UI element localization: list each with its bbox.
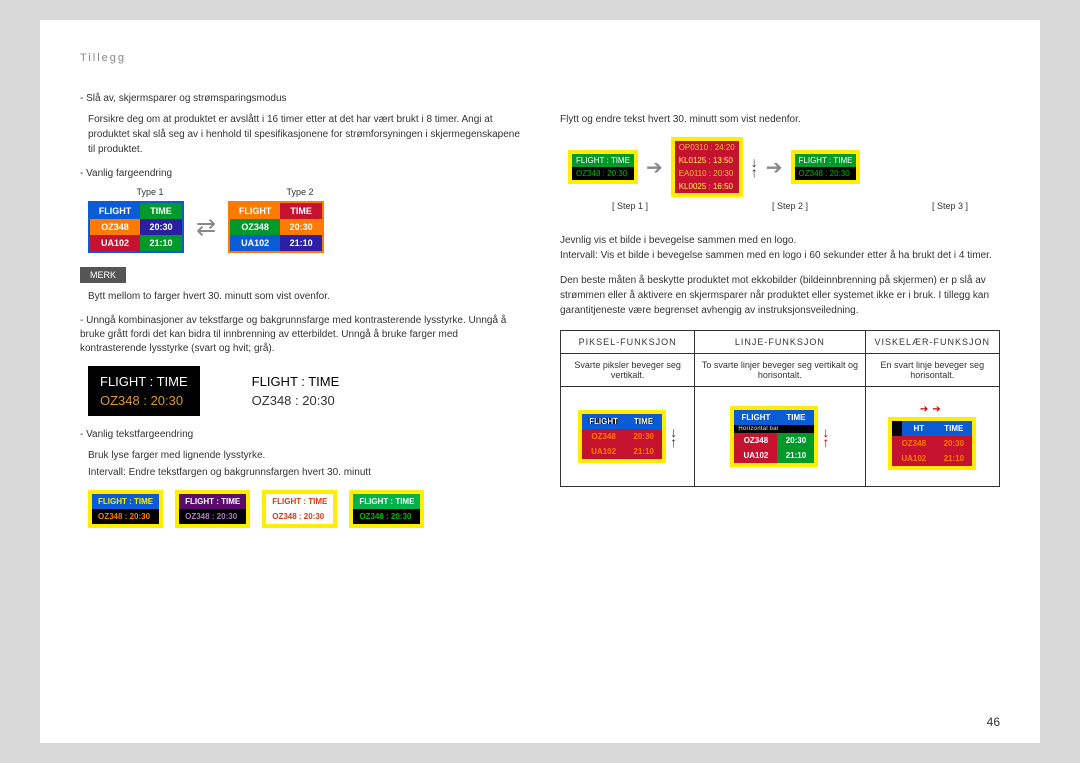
th-pixel: PIKSEL-FUNKSJON: [561, 331, 695, 354]
right-p4: Den beste måten å beskytte produktet mot…: [560, 273, 1000, 318]
textcolor-row: FLIGHT : TIME OZ348 : 20:30 FLIGHT : TIM…: [88, 490, 520, 528]
step1-box: FLIGHT : TIME OZ348 : 20:30: [568, 150, 638, 184]
bullet-1: Slå av, skjermsparer og strømsparingsmod…: [80, 92, 520, 106]
step-labels: [ Step 1 ] [ Step 2 ] [ Step 3 ]: [580, 201, 1000, 211]
flight-table-type1: FLIGHT TIME OZ348 20:30 UA102 21:10: [88, 201, 184, 253]
arrow-ud-icon: ↓↑: [670, 427, 677, 447]
color-change-row: FLIGHT TIME OZ348 20:30 UA102 21:10 ⇄ FL…: [88, 201, 520, 253]
section-title: Tillegg: [80, 52, 520, 64]
th-eraser: VISKELÆR-FUNKSJON: [865, 331, 999, 354]
arrow-updown-icon: ↓↑: [751, 157, 758, 177]
arrow-ud-red-icon: ↓↑: [822, 427, 829, 447]
bullet-2: Vanlig fargeendring: [80, 167, 520, 181]
tc-box-1: FLIGHT : TIME OZ348 : 20:30: [88, 490, 163, 528]
type2-label: Type 2: [260, 187, 340, 197]
eraser-demo: ➔➔ HTTIME OZ34820:30 UA10221:10: [865, 387, 999, 487]
page-number: 46: [987, 715, 1000, 729]
left-column: Tillegg Slå av, skjermsparer og strømspa…: [80, 52, 520, 723]
type-labels: Type 1 Type 2: [110, 187, 520, 197]
arrow-right-icon: ➔: [646, 155, 663, 180]
contrast-dark: FLIGHT : TIME OZ348 : 20:30: [88, 366, 200, 416]
step2-box: OP0310 : 24:20 KL0125 : 13:50 EA0110 : 2…: [671, 137, 743, 197]
mini-board-line: FLIGHTTIME Horizontal bar OZ34820:30 UA1…: [730, 406, 818, 467]
para-4: Intervall: Endre tekstfargen og bakgrunn…: [88, 465, 520, 480]
para-1: Forsikre deg om at produktet er avslått …: [88, 112, 520, 157]
step3-box: FLIGHT : TIME OZ348 : 20:30: [791, 150, 861, 184]
contrast-row: FLIGHT : TIME OZ348 : 20:30 FLIGHT : TIM…: [88, 366, 520, 416]
right-column: Flytt og endre tekst hvert 30. minutt so…: [560, 52, 1000, 723]
type1-label: Type 1: [110, 187, 190, 197]
contrast-light: FLIGHT : TIME OZ348 : 20:30: [240, 366, 352, 416]
line-demo: FLIGHTTIME Horizontal bar OZ34820:30 UA1…: [695, 387, 865, 487]
tc-box-2: FLIGHT : TIME OZ348 : 20:30: [175, 490, 250, 528]
steps-row: FLIGHT : TIME OZ348 : 20:30 ➔ OP0310 : 2…: [568, 137, 1000, 197]
tc-box-3: FLIGHT : TIME OZ348 : 20:30: [262, 490, 337, 528]
para-3: Bruk lyse farger med lignende lysstyrke.: [88, 448, 520, 463]
para-2: Bytt mellom to farger hvert 30. minutt s…: [88, 289, 520, 304]
flight-table-type2: FLIGHT TIME OZ348 20:30 UA102 21:10: [228, 201, 324, 253]
arrow-right2-icon: ➔: [766, 155, 783, 180]
mini-board-pixel: FLIGHTTIME OZ34820:30 UA10221:10: [578, 410, 666, 463]
right-p2: Jevnlig vis et bilde i bevegelse sammen …: [560, 233, 1000, 248]
mini-board-eraser: HTTIME OZ34820:30 UA10221:10: [888, 417, 976, 470]
td-pixel: Svarte piksler beveger seg vertikalt.: [561, 354, 695, 387]
td-line: To svarte linjer beveger seg vertikalt o…: [695, 354, 865, 387]
bullet-3: Unngå kombinasjoner av tekstfarge og bak…: [80, 314, 520, 356]
td-eraser: En svart linje beveger seg horisontalt.: [865, 354, 999, 387]
tc-box-4: FLIGHT : TIME OZ348 : 20:30: [349, 490, 424, 528]
right-intro: Flytt og endre tekst hvert 30. minutt so…: [560, 112, 1000, 127]
pixel-demo: FLIGHTTIME OZ34820:30 UA10221:10 ↓↑: [561, 387, 695, 487]
th-line: LINJE-FUNKSJON: [695, 331, 865, 354]
merk-badge: MERK: [80, 267, 126, 283]
page: Tillegg Slå av, skjermsparer og strømspa…: [40, 20, 1040, 743]
bullet-4: Vanlig tekstfargeendring: [80, 428, 520, 442]
double-arrow-icon: ⇄: [196, 213, 216, 242]
right-p3: Intervall: Vis et bilde i bevegelse samm…: [560, 248, 1000, 263]
arrow-rr-icon: ➔➔: [920, 404, 945, 415]
function-table: PIKSEL-FUNKSJON LINJE-FUNKSJON VISKELÆR-…: [560, 330, 1000, 487]
